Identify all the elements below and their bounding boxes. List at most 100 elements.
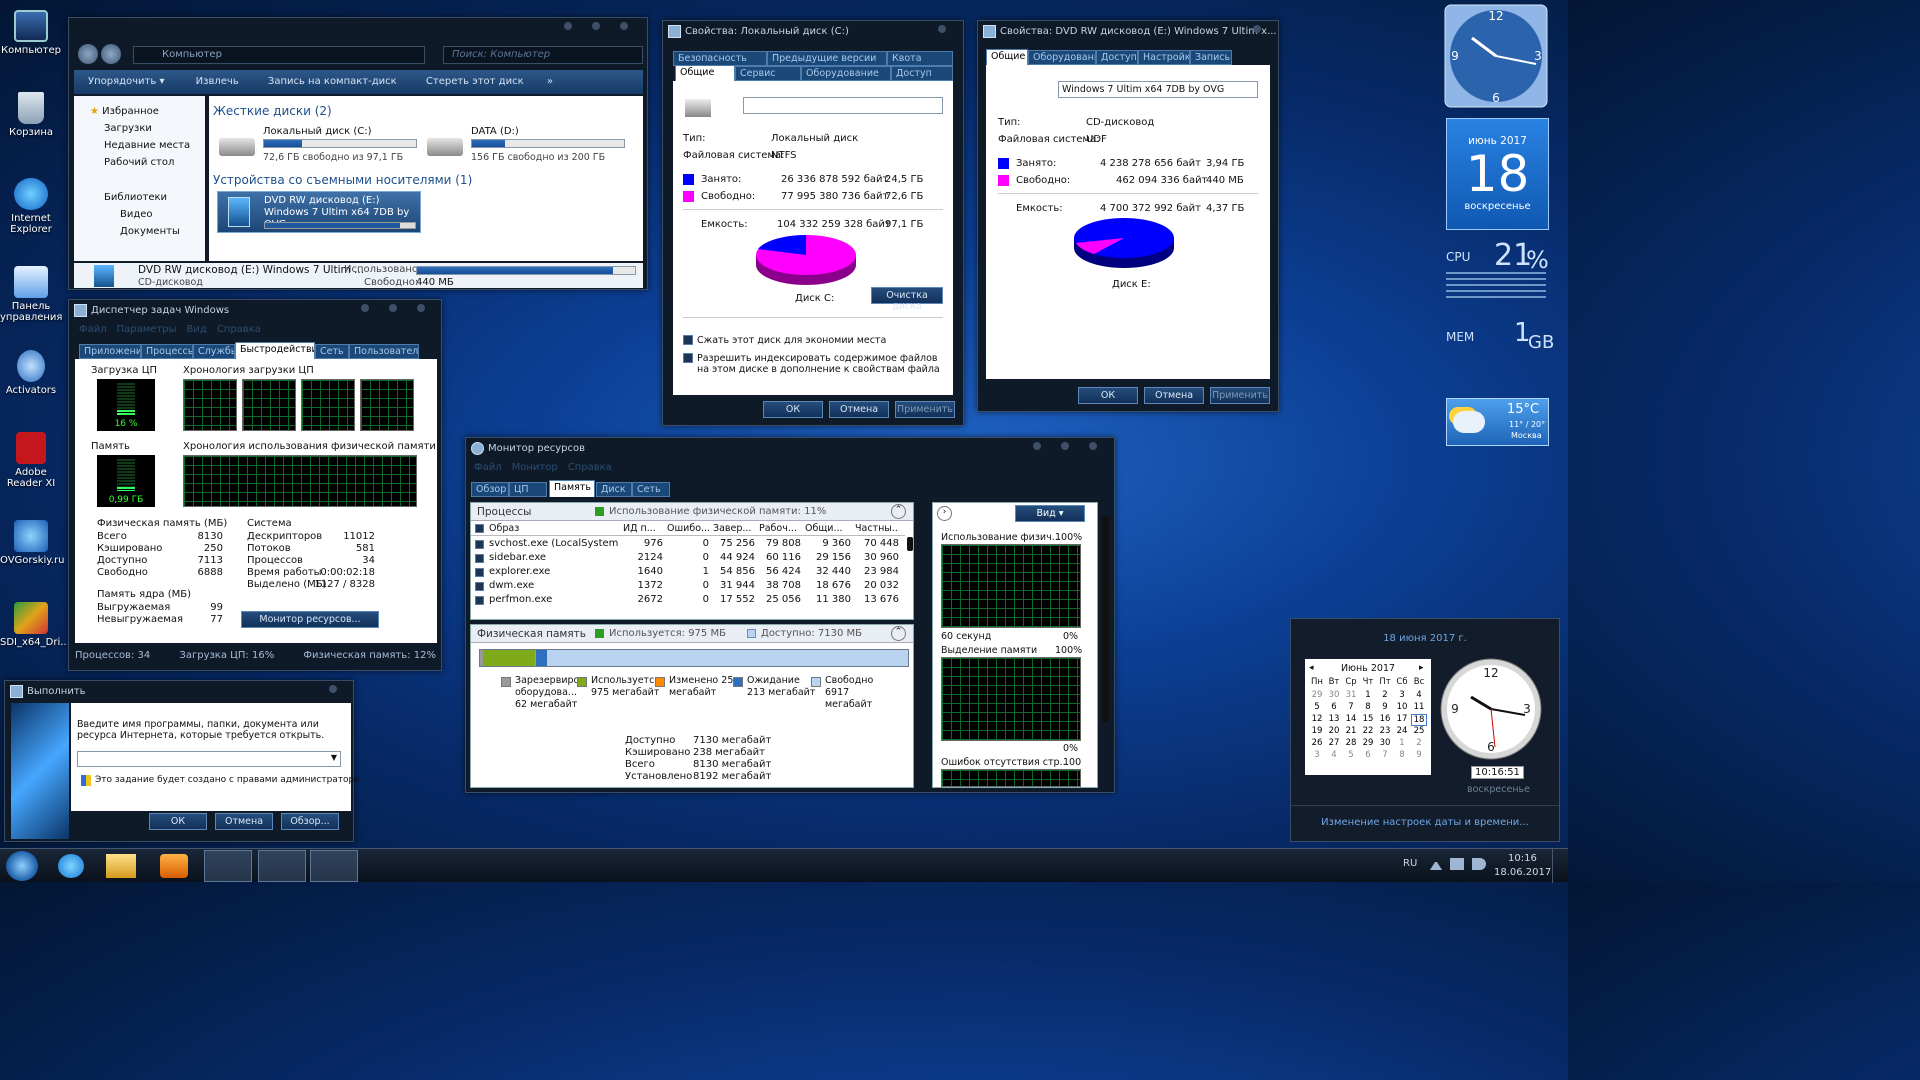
weather-gadget[interactable]: 15°C 11° / 20° Москва xyxy=(1446,398,1549,446)
processes-scrollbar[interactable] xyxy=(907,537,913,551)
calendar-day[interactable]: 30 xyxy=(1377,738,1393,748)
dropdown-arrow-icon[interactable]: ▼ xyxy=(331,753,337,762)
calendar-day[interactable]: 14 xyxy=(1343,714,1359,724)
hdd-group-header[interactable]: Жесткие диски (2) xyxy=(213,104,332,118)
expand-icon[interactable]: › xyxy=(937,506,952,521)
calendar-day[interactable]: 13 xyxy=(1326,714,1342,724)
explorer-taskbar-icon[interactable] xyxy=(106,854,136,878)
recycle-bin-desktop-icon[interactable]: Корзина xyxy=(0,92,62,138)
calendar-day[interactable]: 8 xyxy=(1394,750,1410,760)
column-shareable[interactable]: Общи... xyxy=(805,523,851,534)
calendar-day[interactable]: 6 xyxy=(1326,702,1342,712)
tab-memory[interactable]: Память xyxy=(549,480,595,497)
drive-label-input[interactable] xyxy=(743,97,943,114)
calendar-day[interactable]: 22 xyxy=(1360,726,1376,736)
drive-d-name[interactable]: DATA (D:) xyxy=(471,126,519,137)
calendar-day[interactable]: 11 xyxy=(1411,702,1427,712)
row-checkbox[interactable] xyxy=(475,540,484,549)
close-button[interactable] xyxy=(620,22,628,30)
tab-disk[interactable]: Диск xyxy=(596,482,632,497)
back-arrow-icon[interactable] xyxy=(78,44,98,64)
maximize-button[interactable] xyxy=(389,304,397,312)
tab-security[interactable]: Безопасность xyxy=(673,51,767,66)
table-row[interactable]: sidebar.exe 2124 0 44 924 60 116 29 156 30 960 xyxy=(471,552,905,566)
column-working-set[interactable]: Рабоч... xyxy=(759,523,801,534)
close-button[interactable] xyxy=(938,25,946,33)
tab-general[interactable]: Общие xyxy=(986,49,1028,66)
calendar-day[interactable]: 7 xyxy=(1377,750,1393,760)
taskbar-time[interactable]: 10:16 xyxy=(1508,853,1537,864)
cancel-button[interactable]: Отмена xyxy=(215,813,273,830)
menu-help[interactable]: Справка xyxy=(568,462,612,473)
table-row[interactable]: explorer.exe 1640 1 54 856 56 424 32 440 23 98… xyxy=(471,566,905,580)
menu-view[interactable]: Вид xyxy=(187,324,207,335)
calendar-day[interactable]: 20 xyxy=(1326,726,1342,736)
calendar-day[interactable]: 2 xyxy=(1411,738,1427,748)
close-button[interactable] xyxy=(1089,442,1097,450)
favorites-nav-item[interactable]: ★ Избранное xyxy=(90,106,159,117)
cpu-gadget[interactable]: CPU 21 % xyxy=(1446,238,1550,308)
tab-access[interactable]: Доступ xyxy=(1096,50,1138,65)
tab-service[interactable]: Сервис xyxy=(735,66,801,81)
computer-desktop-icon[interactable]: Компьютер xyxy=(0,10,62,56)
calendar-day[interactable]: 10 xyxy=(1394,702,1410,712)
next-month-arrow[interactable]: ▸ xyxy=(1419,663,1424,673)
row-checkbox[interactable] xyxy=(475,596,484,605)
flyout-date-header[interactable]: 18 июня 2017 г. xyxy=(1291,633,1559,644)
tab-users[interactable]: Пользователи xyxy=(349,344,419,359)
column-faults[interactable]: Ошибо... xyxy=(667,523,709,534)
calendar-day[interactable]: 3 xyxy=(1394,690,1410,700)
tab-network[interactable]: Сеть xyxy=(315,344,349,359)
tab-applications[interactable]: Приложения xyxy=(79,344,141,359)
tab-previous-versions[interactable]: Предыдущие версии xyxy=(767,51,887,66)
column-image[interactable]: Образ xyxy=(489,523,619,534)
desktop-nav-item[interactable]: Рабочий стол xyxy=(104,157,174,168)
sdi-driver-desktop-icon[interactable]: SDI_x64_Dri... xyxy=(0,602,70,648)
internet-explorer-desktop-icon[interactable]: Internet Explorer xyxy=(0,178,62,235)
menu-file[interactable]: Файл xyxy=(474,462,502,473)
address-bar[interactable]: Компьютер xyxy=(133,46,425,64)
calendar-day[interactable]: 1 xyxy=(1394,738,1410,748)
table-row[interactable]: perfmon.exe 2672 0 17 552 25 056 11 380 13 676 xyxy=(471,594,905,608)
apply-button[interactable]: Применить xyxy=(895,401,955,418)
menu-help[interactable]: Справка xyxy=(217,324,261,335)
row-checkbox[interactable] xyxy=(475,554,484,563)
processes-header-bar[interactable]: Процессы Использование физической памяти… xyxy=(471,503,913,521)
calendar-day[interactable]: 3 xyxy=(1309,750,1325,760)
calendar-day[interactable]: 9 xyxy=(1411,750,1427,760)
close-button[interactable] xyxy=(417,304,425,312)
row-checkbox[interactable] xyxy=(475,582,484,591)
tab-hardware[interactable]: Оборудование xyxy=(801,66,891,81)
collapse-icon[interactable]: ⌃ xyxy=(891,626,906,641)
calendar-day[interactable]: 19 xyxy=(1309,726,1325,736)
recent-places-nav-item[interactable]: Недавние места xyxy=(104,140,190,151)
language-indicator[interactable]: RU xyxy=(1403,858,1417,869)
calendar-gadget[interactable]: июнь 2017 18 воскресенье xyxy=(1446,118,1549,230)
tab-services[interactable]: Службы xyxy=(193,344,235,359)
calendar-day[interactable]: 12 xyxy=(1309,714,1325,724)
volume-icon[interactable] xyxy=(1472,858,1486,870)
task-manager-taskbar-button[interactable] xyxy=(204,850,252,882)
menu-file[interactable]: Файл xyxy=(79,324,107,335)
documents-nav-item[interactable]: Документы xyxy=(120,226,180,237)
index-checkbox[interactable] xyxy=(683,353,693,363)
table-row[interactable]: svchost.exe (LocalSystemNet... 976 0 75 256… xyxy=(471,538,905,552)
run-command-input[interactable]: ▼ xyxy=(77,751,341,767)
physical-memory-header-bar[interactable]: Физическая память Используется: 975 МБ Д… xyxy=(471,625,913,643)
search-input[interactable]: Поиск: Компьютер xyxy=(443,46,643,64)
analog-clock-gadget[interactable]: 12 3 6 9 xyxy=(1444,4,1548,108)
more-button[interactable]: » xyxy=(547,76,553,87)
table-row[interactable]: dwm.exe 1372 0 31 944 38 708 18 676 20 032 xyxy=(471,580,905,594)
calendar-day[interactable]: 31 xyxy=(1343,690,1359,700)
tab-processes[interactable]: Процессы xyxy=(141,344,193,359)
show-desktop-button[interactable] xyxy=(1552,849,1568,883)
calendar-day[interactable]: 26 xyxy=(1309,738,1325,748)
libraries-nav-item[interactable]: Библиотеки xyxy=(104,192,167,203)
organize-button[interactable]: Упорядочить ▾ xyxy=(88,76,164,87)
tab-burn[interactable]: Запись xyxy=(1190,50,1232,65)
maximize-button[interactable] xyxy=(1061,442,1069,450)
tab-access[interactable]: Доступ xyxy=(891,66,953,81)
adobe-reader-desktop-icon[interactable]: Adobe Reader XI xyxy=(0,432,62,489)
apply-button[interactable]: Применить xyxy=(1210,387,1270,404)
menu-options[interactable]: Параметры xyxy=(117,324,177,335)
